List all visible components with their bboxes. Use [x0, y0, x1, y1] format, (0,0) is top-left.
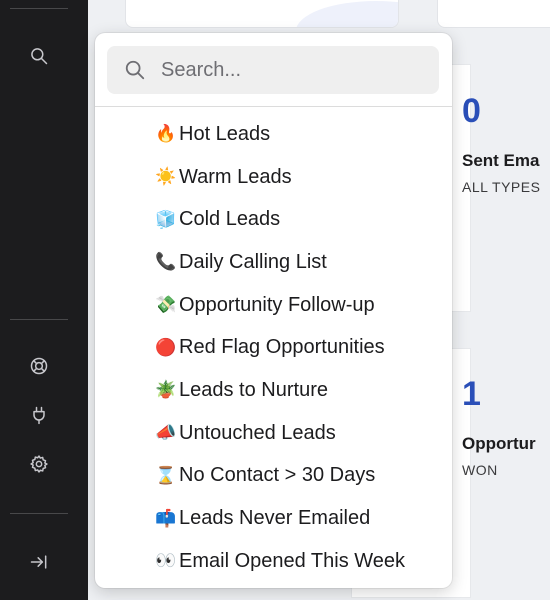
saved-view-item[interactable]: 🧊 Cold Leads: [95, 198, 452, 241]
saved-view-item[interactable]: ☀️ Warm Leads: [95, 156, 452, 199]
saved-view-label: Email Opened This Week: [179, 549, 406, 572]
emoji-icon: 🔥: [155, 124, 177, 145]
emoji-icon: ⌛: [155, 465, 177, 486]
saved-views-dropdown: 🔥Hot Leads☀️Warm Leads🧊Cold Leads📞Daily …: [95, 33, 452, 588]
saved-view-label: Hot Leads: [179, 122, 271, 145]
left-sidebar: [0, 0, 88, 600]
dashboard-card: [125, 0, 399, 28]
saved-view-item[interactable]: 💸 Opportunity Follow-up: [95, 284, 452, 327]
emoji-icon: 👀: [155, 551, 177, 572]
emoji-icon: 🧊: [155, 209, 177, 230]
stat-value: 1: [462, 375, 481, 413]
emoji-icon: 🔴: [155, 337, 177, 358]
search-icon: [125, 60, 145, 80]
saved-view-label: Warm Leads: [179, 165, 292, 188]
search-input[interactable]: [161, 46, 431, 94]
saved-view-label: Leads to Nurture: [179, 378, 328, 401]
dashboard-card: [437, 0, 550, 28]
stat-title: Sent Ema: [462, 151, 540, 170]
saved-view-label: Daily Calling List: [179, 250, 327, 273]
stat-title: Opportur: [462, 434, 536, 453]
emoji-icon: 📞: [155, 252, 177, 273]
emoji-icon: 📣: [155, 423, 177, 444]
saved-view-item[interactable]: 📞 Daily Calling List: [95, 241, 452, 284]
saved-view-item[interactable]: ⌛ No Contact > 30 Days: [95, 455, 452, 498]
help-lifebuoy-icon[interactable]: [27, 354, 51, 378]
saved-view-label: Opportunity Follow-up: [179, 293, 375, 316]
saved-views-list: 🔥 Hot Leads ☀️ Warm Leads 🧊 Cold Leads 📞 Daily …: [95, 113, 452, 583]
saved-view-item[interactable]: 👀 Email Opened This Week: [95, 540, 452, 583]
emoji-icon: 💸: [155, 295, 177, 316]
saved-view-item[interactable]: 📫 Leads Never Emailed: [95, 497, 452, 540]
emoji-icon: 📫: [155, 508, 177, 529]
sidebar-divider: [10, 8, 68, 9]
saved-view-label: Leads Never Emailed: [179, 507, 371, 530]
search-box[interactable]: [107, 46, 439, 94]
stat-subtitle: WON: [462, 462, 498, 478]
saved-view-item[interactable]: 🪴 Leads to Nurture: [95, 369, 452, 412]
collapse-arrow-icon[interactable]: [27, 550, 51, 574]
saved-view-item[interactable]: 🔴 Red Flag Opportunities: [95, 326, 452, 369]
sidebar-divider: [10, 513, 68, 514]
sidebar-divider: [10, 319, 68, 320]
search-icon[interactable]: [27, 44, 51, 68]
emoji-icon: 🪴: [155, 380, 177, 401]
saved-view-label: Cold Leads: [179, 208, 281, 231]
stat-value: 0: [462, 92, 481, 130]
dropdown-divider: [95, 106, 452, 107]
gear-icon[interactable]: [27, 452, 51, 476]
emoji-icon: ☀️: [155, 167, 177, 188]
saved-view-label: Red Flag Opportunities: [179, 336, 385, 359]
saved-view-label: No Contact > 30 Days: [179, 464, 376, 487]
saved-view-item[interactable]: 🔥 Hot Leads: [95, 113, 452, 156]
stat-subtitle: ALL TYPES: [462, 179, 541, 195]
plug-icon[interactable]: [27, 403, 51, 427]
saved-view-item[interactable]: 📣 Untouched Leads: [95, 412, 452, 455]
saved-view-label: Untouched Leads: [179, 421, 336, 444]
